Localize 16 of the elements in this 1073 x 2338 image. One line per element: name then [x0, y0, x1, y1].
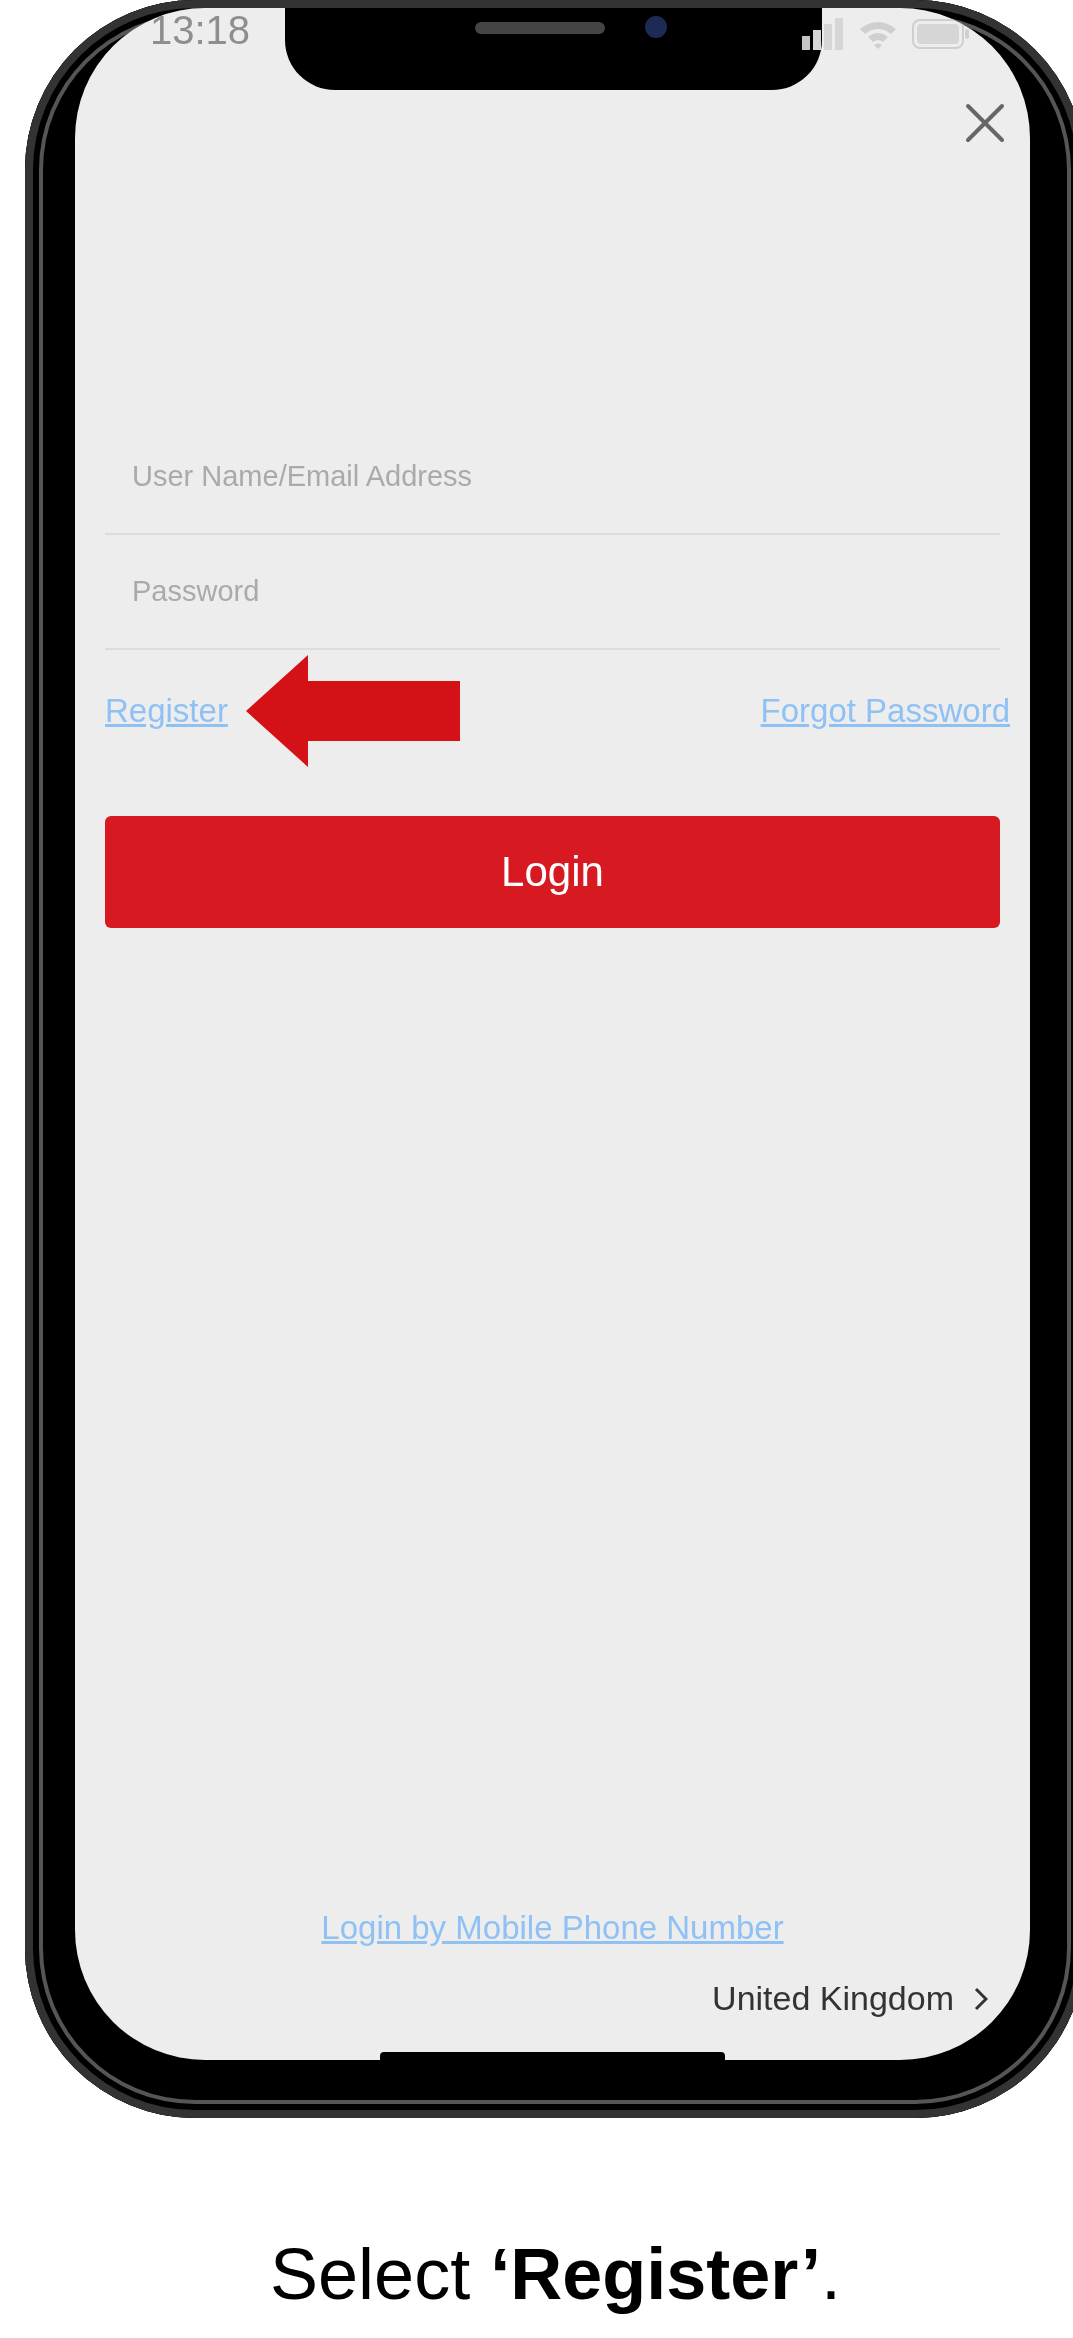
battery-icon	[912, 19, 970, 49]
camera-lens	[645, 16, 667, 38]
forgot-password-link[interactable]: Forgot Password	[760, 692, 1010, 730]
arrow-icon	[245, 655, 460, 767]
signal-icon	[802, 18, 844, 50]
password-field[interactable]: Password	[105, 535, 1000, 650]
caption-text: Select ‘Register’.	[269, 2233, 842, 2315]
close-icon[interactable]	[965, 103, 1005, 143]
mobile-login-link[interactable]: Login by Mobile Phone Number	[321, 1909, 784, 1947]
username-field[interactable]: User Name/Email Address	[105, 420, 1000, 535]
chevron-icon[interactable]	[974, 1986, 988, 2011]
status-time: 13:18	[150, 8, 251, 53]
wifi-icon	[858, 19, 898, 49]
region-label: United Kingdom	[712, 1979, 954, 2018]
register-link[interactable]: Register	[105, 692, 228, 730]
login-button[interactable]: Login	[105, 816, 1000, 928]
